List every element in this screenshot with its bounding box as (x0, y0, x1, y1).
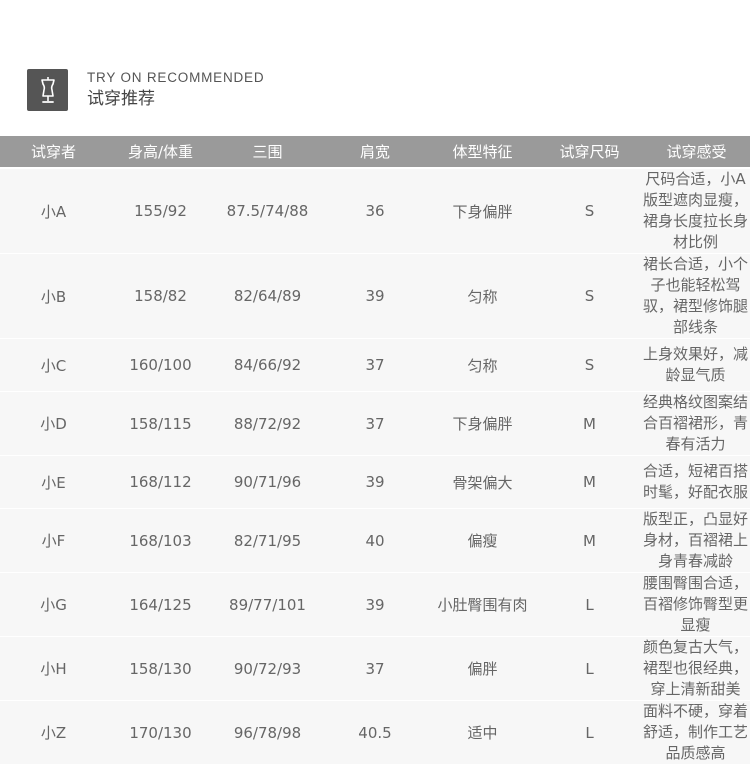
cell-body-type: 偏瘦 (467, 532, 498, 550)
table-row: 小D 158/115 88/72/92 37 下身偏胖 M 经典格纹图案结合百褶裙形，青春有… (0, 392, 750, 456)
cell-name: 小Z (40, 724, 67, 742)
cell-shoulder: 39 (365, 595, 385, 614)
column-header-height-weight: 身高/体重 (127, 143, 194, 161)
cell-shoulder: 37 (365, 659, 385, 678)
cell-measurements: 90/71/96 (233, 473, 302, 491)
dress-form-icon (27, 69, 68, 111)
table-row: 小F 168/103 82/71/95 40 偏瘦 M 版型正，凸显好身材，百褶裙上身青春减… (0, 509, 750, 573)
column-header-tester: 试穿者 (30, 143, 76, 161)
section-title-en: TRY ON RECOMMENDED (87, 70, 265, 85)
section-title-zh: 试穿推荐 (87, 89, 155, 109)
cell-feel: 上身效果好，减龄显气质 (643, 345, 749, 384)
cell-height-weight: 168/112 (129, 473, 192, 491)
cell-body-type: 下身偏胖 (452, 202, 513, 221)
cell-height-weight: 170/130 (129, 723, 192, 742)
cell-shoulder: 40 (365, 531, 385, 550)
cell-name: 小E (41, 473, 66, 492)
cell-measurements: 82/64/89 (233, 287, 302, 305)
cell-height-weight: 155/92 (134, 202, 187, 220)
cell-size: S (584, 356, 595, 374)
cell-height-weight: 164/125 (129, 595, 192, 614)
column-header-measurements: 三围 (252, 143, 283, 161)
table-row: 小Z 170/130 96/78/98 40.5 适中 L 面料不硬，穿着舒适，制作工艺品质… (0, 701, 750, 765)
cell-size: L (585, 595, 594, 614)
cell-name: 小D (40, 415, 67, 433)
cell-feel: 裙长合适，小个子也能轻松驾驭，裙型修饰腿部线条 (643, 255, 749, 336)
cell-height-weight: 160/100 (129, 356, 192, 374)
table-body: 小A 155/92 87.5/74/88 36 下身偏胖 S 尺码合适，小A版型遮肉显瘦，裙… (0, 169, 750, 765)
cell-shoulder: 37 (365, 356, 385, 374)
cell-body-type: 匀称 (467, 287, 498, 306)
cell-size: S (584, 202, 595, 220)
table-row: 小H 158/130 90/72/93 37 偏胖 L 颜色复古大气，裙型也很经典，穿上清新… (0, 637, 750, 701)
cell-shoulder: 36 (365, 202, 385, 220)
cell-name: 小B (40, 287, 67, 306)
cell-height-weight: 168/103 (129, 531, 192, 550)
try-on-table: 试穿者 身高/体重 三围 肩宽 体型特征 试穿尺码 试穿感受 小A 155/92 8… (0, 136, 750, 765)
table-row: 小E 168/112 90/71/96 39 骨架偏大 M 合适，短裙百搭时髦，好配衣服 (0, 456, 750, 509)
cell-measurements: 87.5/74/88 (226, 202, 309, 220)
cell-shoulder: 39 (365, 287, 385, 305)
cell-size: S (584, 287, 595, 305)
table-row: 小A 155/92 87.5/74/88 36 下身偏胖 S 尺码合适，小A版型遮肉显瘦，裙… (0, 169, 750, 254)
cell-measurements: 88/72/92 (233, 414, 302, 433)
cell-body-type: 匀称 (467, 356, 498, 375)
cell-body-type: 下身偏胖 (452, 415, 513, 433)
cell-feel: 尺码合适，小A版型遮肉显瘦，裙身长度拉长身材比例 (643, 170, 749, 251)
table-header: 试穿者 身高/体重 三围 肩宽 体型特征 试穿尺码 试穿感受 (0, 136, 750, 167)
cell-size: M (583, 414, 596, 433)
cell-name: 小G (40, 596, 67, 614)
cell-feel: 腰围臀围合适，百褶修饰臀型更显瘦 (643, 574, 749, 634)
cell-measurements: 90/72/93 (233, 659, 302, 678)
cell-height-weight: 158/115 (129, 414, 192, 433)
cell-measurements: 89/77/101 (229, 595, 306, 614)
cell-name: 小A (40, 202, 67, 221)
column-header-body-type: 体型特征 (452, 143, 513, 161)
cell-name: 小F (41, 532, 66, 550)
column-header-shoulder: 肩宽 (359, 143, 390, 161)
cell-body-type: 偏胖 (467, 660, 498, 678)
cell-body-type: 小肚臀围有肉 (437, 596, 528, 614)
cell-height-weight: 158/82 (134, 287, 187, 305)
cell-body-type: 骨架偏大 (452, 473, 513, 492)
section-header: TRY ON RECOMMENDED 试穿推荐 (27, 68, 264, 112)
cell-measurements: 82/71/95 (233, 531, 302, 550)
cell-size: M (583, 473, 596, 491)
cell-height-weight: 158/130 (129, 659, 192, 678)
cell-measurements: 96/78/98 (233, 723, 302, 742)
table-row: 小C 160/100 84/66/92 37 匀称 S 上身效果好，减龄显气质 (0, 339, 750, 392)
cell-name: 小H (40, 660, 67, 678)
cell-shoulder: 39 (365, 473, 385, 491)
cell-size: L (585, 723, 594, 742)
cell-size: L (585, 659, 594, 678)
cell-name: 小C (40, 356, 67, 375)
cell-feel: 合适，短裙百搭时髦，好配衣服 (643, 462, 749, 501)
cell-body-type: 适中 (467, 724, 498, 742)
table-row: 小B 158/82 82/64/89 39 匀称 S 裙长合适，小个子也能轻松驾驭，裙型修饰… (0, 254, 750, 339)
cell-feel: 面料不硬，穿着舒适，制作工艺品质感高 (643, 702, 749, 762)
cell-size: M (583, 531, 596, 550)
table-row: 小G 164/125 89/77/101 39 小肚臀围有肉 L 腰围臀围合适，百褶修饰臀型… (0, 573, 750, 637)
column-header-feel: 试穿感受 (666, 143, 727, 161)
cell-feel: 版型正，凸显好身材，百褶裙上身青春减龄 (643, 510, 749, 570)
cell-shoulder: 37 (365, 414, 385, 433)
cell-feel: 颜色复古大气，裙型也很经典，穿上清新甜美 (643, 638, 749, 698)
cell-shoulder: 40.5 (358, 723, 392, 742)
cell-measurements: 84/66/92 (233, 356, 302, 374)
cell-feel: 经典格纹图案结合百褶裙形，青春有活力 (643, 393, 749, 453)
column-header-size: 试穿尺码 (559, 143, 620, 161)
